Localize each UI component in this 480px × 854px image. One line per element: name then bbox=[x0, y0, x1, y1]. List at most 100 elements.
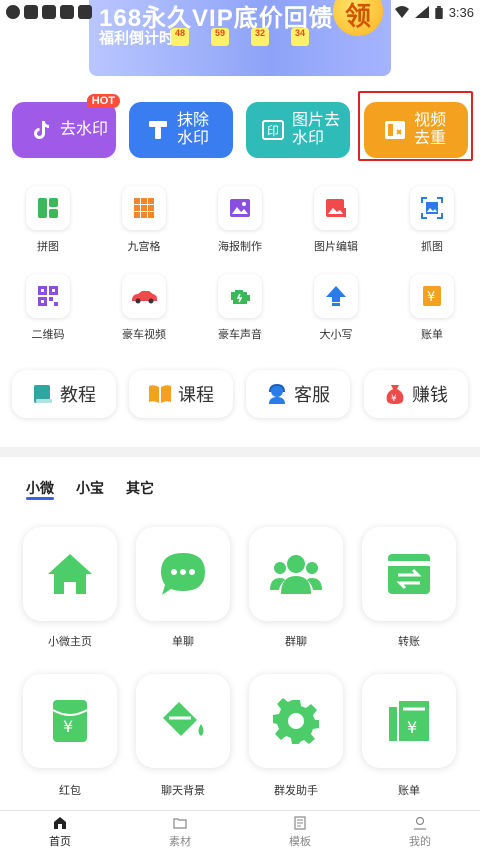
card-red-envelope[interactable]: ¥ bbox=[23, 674, 117, 768]
notification-icon bbox=[60, 5, 74, 19]
card-label: 红包 bbox=[59, 785, 81, 797]
nav-home[interactable]: 首页 bbox=[0, 811, 120, 854]
tool-grid-row-1: 拼图 九宫格 海报制作 图片编辑 抓图 bbox=[0, 186, 480, 254]
grid-label: 九宫格 bbox=[127, 241, 161, 253]
headset-icon bbox=[269, 383, 285, 404]
grid-item-image-edit[interactable]: 图片编辑 bbox=[288, 186, 384, 254]
status-bar: 3:36 bbox=[0, 0, 480, 24]
folder-icon bbox=[173, 818, 187, 829]
qrcode-icon bbox=[38, 286, 58, 306]
status-time: 3:36 bbox=[448, 4, 474, 20]
battery-icon bbox=[434, 5, 443, 19]
banner-subtitle: 福利倒计时 bbox=[99, 30, 175, 47]
nav-templates[interactable]: 模板 bbox=[240, 811, 360, 854]
grid-label: 豪车声音 bbox=[218, 329, 262, 341]
grid-item-poster[interactable]: 海报制作 bbox=[192, 186, 288, 254]
eraser-icon bbox=[145, 117, 171, 143]
upper-arrow-icon bbox=[326, 286, 346, 306]
tiktok-icon bbox=[28, 117, 54, 143]
card-home[interactable] bbox=[23, 527, 117, 621]
pill-label: 教程 bbox=[60, 385, 96, 405]
nav-label: 素材 bbox=[169, 836, 191, 848]
bottom-nav: 首页 素材 模板 我的 bbox=[0, 810, 480, 854]
grid-item-uppercase[interactable]: 大小写 bbox=[288, 274, 384, 342]
grid-label: 图片编辑 bbox=[314, 241, 358, 253]
pill-label: 客服 bbox=[294, 385, 330, 405]
countdown-digit: 34 bbox=[291, 28, 309, 46]
card-chat-background[interactable] bbox=[136, 674, 230, 768]
money-bag-icon: ¥ bbox=[386, 385, 404, 404]
card-label: 群聊 bbox=[285, 636, 307, 648]
grid-item-capture[interactable]: 抓图 bbox=[384, 186, 480, 254]
svg-text:¥: ¥ bbox=[391, 394, 397, 404]
tutorial-button[interactable]: 教程 bbox=[12, 370, 116, 418]
card-single-chat[interactable] bbox=[136, 527, 230, 621]
template-icon bbox=[294, 816, 306, 830]
grid-item-car-video[interactable]: 豪车视频 bbox=[96, 274, 192, 342]
countdown: 48 59 32 34 bbox=[171, 28, 309, 46]
chat-icon bbox=[161, 553, 205, 595]
quick-links: 教程 课程 客服 ¥ 赚钱 bbox=[0, 370, 480, 420]
earn-money-button[interactable]: ¥ 赚钱 bbox=[364, 370, 468, 418]
image-stamp-icon: 印 bbox=[260, 117, 286, 143]
nav-profile[interactable]: 我的 bbox=[360, 811, 480, 854]
card-label: 单聊 bbox=[172, 636, 194, 648]
transfer-icon bbox=[388, 554, 430, 594]
grid-item-qrcode[interactable]: 二维码 bbox=[0, 274, 96, 342]
grid-item-puzzle[interactable]: 拼图 bbox=[0, 186, 96, 254]
card-transfer[interactable] bbox=[362, 527, 456, 621]
red-envelope-icon: ¥ bbox=[52, 700, 88, 742]
countdown-digit: 48 bbox=[171, 28, 189, 46]
section-divider bbox=[0, 447, 480, 457]
notification-icon bbox=[6, 5, 20, 19]
engine-icon bbox=[231, 290, 250, 304]
tab-xiaobao[interactable]: 小宝 bbox=[76, 478, 104, 498]
bill-icon: ¥ bbox=[389, 701, 429, 741]
grid-label: 拼图 bbox=[37, 241, 59, 253]
open-book-icon bbox=[149, 385, 171, 403]
category-tabs: 小微 小宝 其它 bbox=[26, 478, 154, 500]
card-label: 小微主页 bbox=[48, 636, 92, 648]
remove-watermark-button[interactable]: 去水印 HOT bbox=[12, 94, 120, 158]
notification-icon bbox=[42, 5, 56, 19]
grid-label: 二维码 bbox=[31, 329, 65, 341]
tab-xiaowei[interactable]: 小微 bbox=[26, 478, 54, 500]
card-group-chat[interactable] bbox=[249, 527, 343, 621]
nav-label: 我的 bbox=[409, 836, 431, 848]
gear-icon bbox=[273, 698, 319, 744]
poster-icon bbox=[230, 199, 250, 217]
pill-label: 赚钱 bbox=[412, 385, 448, 405]
yen-bill-icon: ¥ bbox=[423, 286, 441, 306]
card-label: 聊天背景 bbox=[161, 785, 205, 797]
grid-label: 抓图 bbox=[421, 241, 443, 253]
countdown-digit: 32 bbox=[251, 28, 269, 46]
svg-text:印: 印 bbox=[267, 124, 279, 138]
customer-service-button[interactable]: 客服 bbox=[246, 370, 350, 418]
svg-text:¥: ¥ bbox=[427, 290, 435, 305]
status-notifications bbox=[6, 5, 92, 19]
grid-label: 海报制作 bbox=[218, 241, 262, 253]
notification-icon bbox=[24, 5, 38, 19]
grid-item-bill[interactable]: ¥ 账单 bbox=[384, 274, 480, 342]
nav-label: 模板 bbox=[289, 836, 311, 848]
card-label: 转账 bbox=[398, 636, 420, 648]
tool-grid-row-2: 二维码 豪车视频 豪车声音 大小写 ¥ 账单 bbox=[0, 274, 480, 342]
grid-item-car-sound[interactable]: 豪车声音 bbox=[192, 274, 288, 342]
notification-icon bbox=[78, 5, 92, 19]
image-watermark-button[interactable]: 印 图片去 水印 bbox=[246, 102, 350, 158]
image-edit-icon bbox=[326, 199, 346, 217]
card-bill[interactable]: ¥ bbox=[362, 674, 456, 768]
erase-watermark-button[interactable]: 抹除 水印 bbox=[129, 102, 233, 158]
card-broadcast-assistant[interactable] bbox=[249, 674, 343, 768]
capture-icon bbox=[421, 197, 443, 219]
nav-materials[interactable]: 素材 bbox=[120, 811, 240, 854]
grid-item-grid9[interactable]: 九宫格 bbox=[96, 186, 192, 254]
card-label: 群发助手 bbox=[274, 785, 318, 797]
course-button[interactable]: 课程 bbox=[129, 370, 233, 418]
grid-label: 大小写 bbox=[319, 329, 353, 341]
countdown-digit: 59 bbox=[211, 28, 229, 46]
nav-label: 首页 bbox=[49, 836, 71, 848]
tab-other[interactable]: 其它 bbox=[126, 478, 154, 498]
group-icon bbox=[270, 555, 322, 594]
puzzle-icon bbox=[38, 198, 58, 218]
